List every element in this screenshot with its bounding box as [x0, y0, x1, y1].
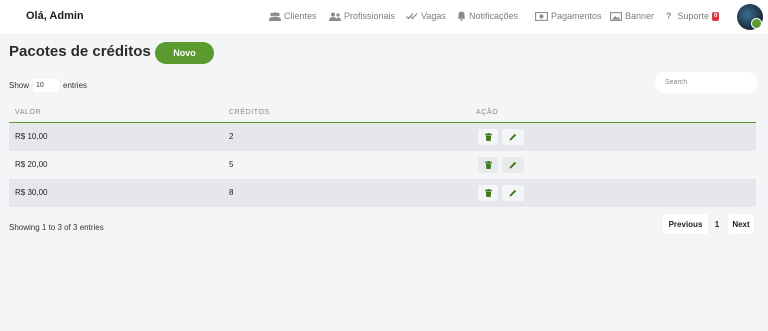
- column-acao: AÇÃO: [476, 109, 499, 116]
- pencil-icon: [509, 189, 517, 197]
- image-icon: [610, 11, 622, 21]
- support-badge: 0: [712, 11, 720, 21]
- next-page-button[interactable]: Next: [728, 214, 754, 234]
- delete-button[interactable]: [478, 129, 498, 145]
- nav-pagamentos-label: Pagamentos: [551, 11, 602, 21]
- nav-banner-label: Banner: [625, 11, 655, 21]
- table-row: R$ 20,00 5: [9, 151, 756, 179]
- cell-valor: R$ 10,00: [15, 132, 48, 141]
- top-bar: Olá, Admin Clientes Profissionais Vagas …: [0, 0, 768, 34]
- nav-banner[interactable]: Banner: [610, 11, 654, 21]
- table-info: Showing 1 to 3 of 3 entries: [9, 223, 104, 232]
- nav-vagas[interactable]: Vagas: [406, 11, 446, 21]
- search-input[interactable]: [655, 72, 757, 93]
- table-row: R$ 30,00 8: [9, 179, 756, 207]
- entries-select[interactable]: 10: [33, 79, 60, 92]
- table-row: R$ 10,00 2: [9, 123, 756, 151]
- edit-button[interactable]: [502, 129, 524, 145]
- trash-icon: [484, 133, 492, 141]
- trash-icon: [484, 161, 492, 169]
- new-package-button[interactable]: Novo: [155, 42, 214, 64]
- entries-label: entries: [63, 81, 88, 90]
- nav-clientes-label: Clientes: [284, 11, 317, 21]
- cell-valor: R$ 20,00: [15, 160, 48, 169]
- column-creditos[interactable]: CRÉDITOS: [229, 109, 270, 116]
- credits-table: VALOR CRÉDITOS AÇÃO R$ 10,00 2 R$ 20,00 …: [9, 101, 756, 207]
- cell-creditos: 8: [229, 188, 234, 197]
- pencil-icon: [509, 161, 517, 169]
- nav-pagamentos[interactable]: Pagamentos: [535, 11, 602, 21]
- show-label: Show: [9, 81, 30, 90]
- page-number-button[interactable]: 1: [710, 214, 724, 234]
- nav-profissionais-label: Profissionais: [344, 11, 396, 21]
- delete-button[interactable]: [478, 185, 498, 201]
- greeting: Olá, Admin: [26, 10, 84, 22]
- nav-vagas-label: Vagas: [421, 11, 446, 21]
- question-icon: ?: [666, 11, 672, 21]
- cell-valor: R$ 30,00: [15, 188, 48, 197]
- nav-profissionais[interactable]: Profissionais: [329, 11, 395, 21]
- column-valor[interactable]: VALOR: [15, 109, 41, 116]
- edit-button[interactable]: [502, 185, 524, 201]
- edit-button[interactable]: [502, 157, 524, 173]
- settings-gear-icon[interactable]: [751, 18, 762, 29]
- nav-notificacoes[interactable]: Notificações: [457, 11, 518, 21]
- table-header: VALOR CRÉDITOS AÇÃO: [9, 101, 756, 123]
- nav-clientes[interactable]: Clientes: [269, 11, 317, 21]
- bell-icon: [457, 11, 466, 21]
- cell-creditos: 2: [229, 132, 234, 141]
- nav-suporte-label: Suporte: [677, 11, 710, 21]
- delete-button[interactable]: [478, 157, 498, 173]
- checks-icon: [406, 13, 418, 20]
- pencil-icon: [509, 133, 517, 141]
- nav-notificacoes-label: Notificações: [469, 11, 519, 21]
- previous-page-button[interactable]: Previous: [663, 214, 708, 234]
- user-group-icon: [329, 12, 341, 21]
- money-icon: [535, 11, 548, 21]
- nav-suporte[interactable]: ? Suporte 0: [666, 11, 720, 21]
- trash-icon: [484, 189, 492, 197]
- cell-creditos: 5: [229, 160, 234, 169]
- users-icon: [269, 11, 281, 21]
- page-title: Pacotes de créditos: [9, 43, 151, 60]
- show-entries: Show 10 entries: [9, 79, 87, 92]
